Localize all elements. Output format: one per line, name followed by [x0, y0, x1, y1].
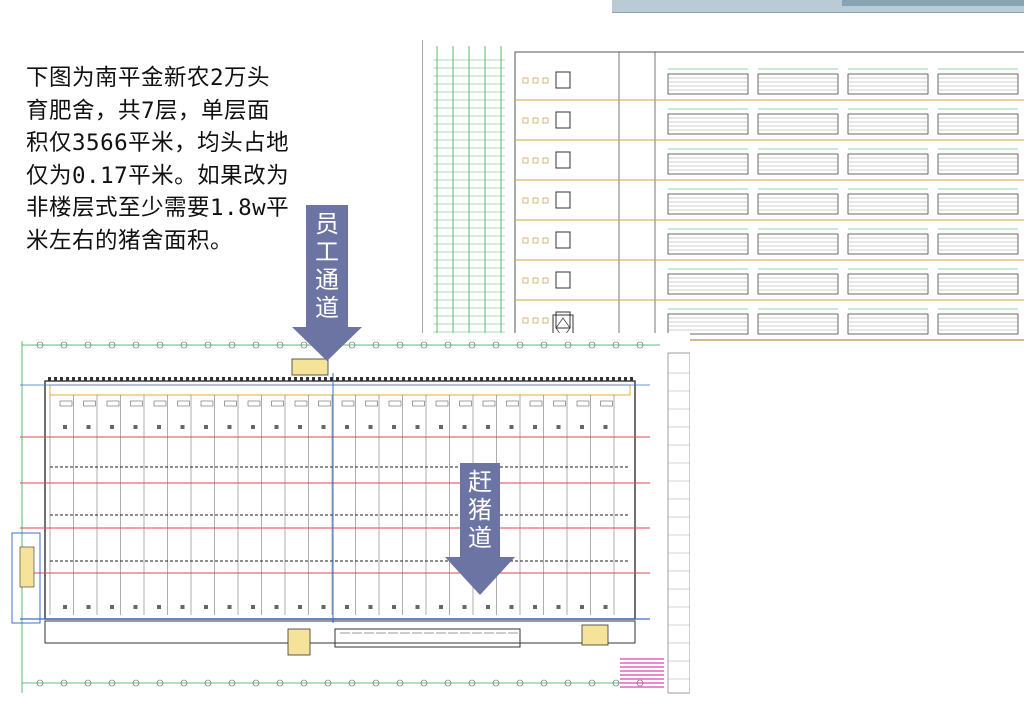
intro-line-5: 非楼层式至少需要1.8w平	[26, 195, 290, 221]
pig-corridor-callout: 赶 猪 道	[445, 463, 515, 595]
floor-plan-drawing	[0, 333, 691, 713]
intro-paragraph: 下图为南平金新农2万头 育肥舍，共7层，单层面 积仅3566平米，均头占地 仅为…	[26, 62, 326, 257]
intro-line-4: 仅为0.17平米。如果改为	[26, 162, 290, 189]
intro-line-6: 米左右的猪舍面积。	[26, 227, 234, 254]
intro-line-1: 下图为南平金新农2万头	[26, 65, 271, 91]
arrow-down-icon	[292, 327, 362, 361]
staff-corridor-label: 员 工 通 道	[306, 205, 348, 327]
intro-line-2: 育肥舍，共7层，单层面	[26, 97, 271, 124]
intro-line-3: 积仅3566平米，均头占地	[26, 130, 290, 156]
building-elevation-drawing	[422, 40, 1024, 352]
floor-plan-svg	[0, 333, 691, 713]
pig-corridor-label: 赶 猪 道	[460, 463, 500, 557]
slide-accent-bar	[612, 0, 1024, 13]
staff-corridor-callout: 员 工 通 道	[292, 205, 362, 361]
elevation-svg	[423, 40, 1024, 352]
arrow-down-icon	[445, 557, 515, 595]
